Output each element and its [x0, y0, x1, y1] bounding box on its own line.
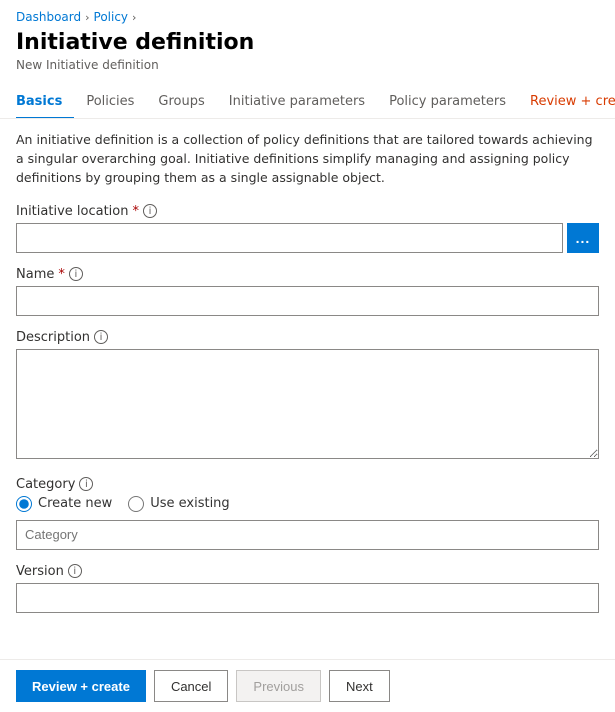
name-label: Name * i: [16, 267, 599, 282]
category-radio-group: Create new Use existing: [16, 496, 599, 512]
category-label-text: Category: [16, 477, 75, 492]
version-group: Version i: [16, 564, 599, 613]
description-textarea[interactable]: [16, 349, 599, 459]
info-text: An initiative definition is a collection…: [16, 131, 599, 187]
initiative-location-group: Initiative location * i ...: [16, 204, 599, 253]
name-group: Name * i: [16, 267, 599, 316]
form-content: An initiative definition is a collection…: [0, 119, 615, 706]
page-title: Initiative definition: [16, 30, 599, 56]
initiative-location-input[interactable]: [16, 223, 563, 253]
initiative-location-required: *: [132, 204, 139, 219]
version-input[interactable]: [16, 583, 599, 613]
cancel-button[interactable]: Cancel: [154, 670, 228, 702]
breadcrumb-policy[interactable]: Policy: [94, 10, 129, 24]
radio-create-new-input[interactable]: [16, 496, 32, 512]
name-required: *: [58, 267, 65, 282]
radio-use-existing[interactable]: Use existing: [128, 496, 229, 512]
version-info-icon[interactable]: i: [68, 564, 82, 578]
category-label: Category i: [16, 477, 599, 492]
name-label-text: Name: [16, 267, 54, 282]
previous-button: Previous: [236, 670, 321, 702]
description-group: Description i: [16, 330, 599, 463]
category-info-icon[interactable]: i: [79, 477, 93, 491]
category-input[interactable]: [16, 520, 599, 550]
description-info-icon[interactable]: i: [94, 330, 108, 344]
name-info-icon[interactable]: i: [69, 267, 83, 281]
breadcrumb-dashboard[interactable]: Dashboard: [16, 10, 81, 24]
page-header: Initiative definition New Initiative def…: [0, 28, 615, 78]
description-label: Description i: [16, 330, 599, 345]
next-button[interactable]: Next: [329, 670, 390, 702]
category-group: Category i Create new Use existing: [16, 477, 599, 550]
version-label: Version i: [16, 564, 599, 579]
description-label-text: Description: [16, 330, 90, 345]
initiative-location-info-icon[interactable]: i: [143, 204, 157, 218]
initiative-location-ellipsis-button[interactable]: ...: [567, 223, 599, 253]
page-subtitle: New Initiative definition: [16, 58, 599, 72]
tab-policy-parameters[interactable]: Policy parameters: [377, 86, 518, 119]
version-label-text: Version: [16, 564, 64, 579]
review-create-button[interactable]: Review + create: [16, 670, 146, 702]
tab-policies[interactable]: Policies: [74, 86, 146, 119]
tab-initiative-parameters[interactable]: Initiative parameters: [217, 86, 377, 119]
footer: Review + create Cancel Previous Next: [0, 659, 615, 712]
radio-create-new-label: Create new: [38, 496, 112, 511]
radio-use-existing-label: Use existing: [150, 496, 229, 511]
radio-create-new[interactable]: Create new: [16, 496, 112, 512]
breadcrumb-sep-2: ›: [132, 11, 136, 24]
initiative-location-input-group: ...: [16, 223, 599, 253]
breadcrumb: Dashboard › Policy ›: [0, 0, 615, 28]
tab-basics[interactable]: Basics: [16, 86, 74, 119]
breadcrumb-sep-1: ›: [85, 11, 89, 24]
initiative-location-label-text: Initiative location: [16, 204, 128, 219]
tab-review-create[interactable]: Review + create: [518, 86, 615, 119]
name-input[interactable]: [16, 286, 599, 316]
radio-use-existing-input[interactable]: [128, 496, 144, 512]
tab-groups[interactable]: Groups: [146, 86, 216, 119]
initiative-location-label: Initiative location * i: [16, 204, 599, 219]
tabs-nav: Basics Policies Groups Initiative parame…: [0, 86, 615, 119]
